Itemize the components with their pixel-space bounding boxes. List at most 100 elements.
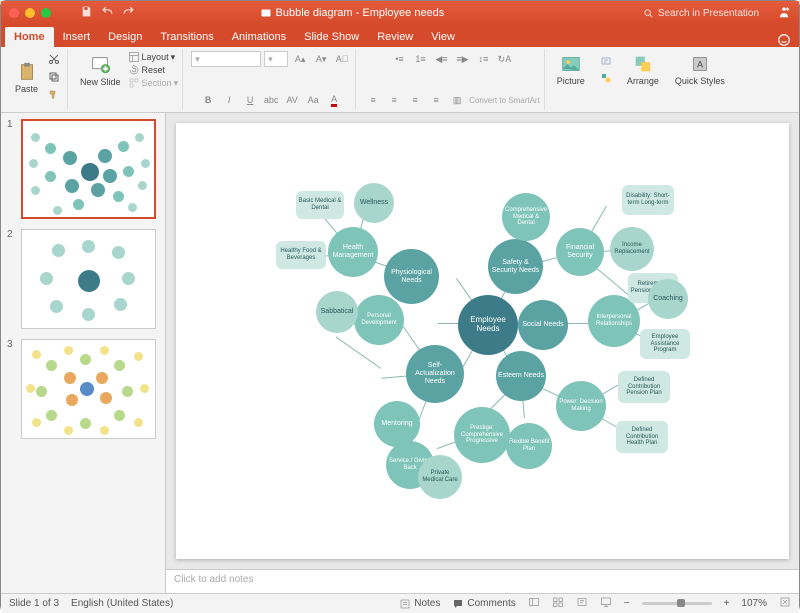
leaf: Wellness xyxy=(354,183,394,223)
thumbnail-2[interactable]: 2 xyxy=(7,229,159,329)
node-power: Power: Decision Making xyxy=(556,381,606,431)
tab-transitions[interactable]: Transitions xyxy=(151,27,222,47)
columns-icon[interactable]: ▥ xyxy=(448,92,466,108)
picture-icon xyxy=(560,53,582,75)
tab-slideshow[interactable]: Slide Show xyxy=(295,27,368,47)
tab-insert[interactable]: Insert xyxy=(54,27,100,47)
slide-indicator: Slide 1 of 3 xyxy=(9,598,59,609)
italic-button[interactable]: I xyxy=(220,92,238,108)
picture-button[interactable]: Picture xyxy=(553,51,589,88)
line-spacing-icon[interactable]: ↕≡ xyxy=(474,51,492,67)
close-window[interactable] xyxy=(9,8,19,18)
notes-pane[interactable]: Click to add notes xyxy=(166,569,799,593)
sorter-view-icon[interactable] xyxy=(552,596,564,611)
zoom-level[interactable]: 107% xyxy=(741,598,767,609)
bullets-icon[interactable]: •≡ xyxy=(390,51,408,67)
center-node: Employee Needs xyxy=(458,295,518,355)
zoom-slider[interactable] xyxy=(642,602,712,605)
arrange-button[interactable]: Arrange xyxy=(623,51,663,88)
node-comp-med: Comprehensive Medical & Dental xyxy=(502,193,550,241)
node-self-actualization: Self-Actualization Needs xyxy=(406,345,464,403)
share-icon[interactable] xyxy=(777,5,791,22)
feedback-icon[interactable] xyxy=(777,33,791,47)
copy-icon[interactable] xyxy=(45,69,63,85)
save-icon[interactable] xyxy=(80,5,93,21)
zoom-window[interactable] xyxy=(41,8,51,18)
search-icon xyxy=(643,8,654,19)
tab-home[interactable]: Home xyxy=(5,27,54,47)
quick-styles-icon: A xyxy=(689,53,711,75)
char-spacing-button[interactable]: Aa xyxy=(304,92,322,108)
indent-inc-icon[interactable]: ≡▶ xyxy=(453,51,471,67)
zoom-out-button[interactable]: − xyxy=(624,598,630,609)
node-prestige: Prestige: Comprehensive Progressive xyxy=(454,407,510,463)
slide-thumbnails: 1 xyxy=(1,113,166,593)
tab-animations[interactable]: Animations xyxy=(223,27,295,47)
numbering-icon[interactable]: 1≡ xyxy=(411,51,429,67)
notes-icon xyxy=(399,598,411,610)
font-color-button[interactable]: A xyxy=(325,92,343,108)
leaf: Coaching xyxy=(648,279,688,319)
section-button[interactable]: Section ▾ xyxy=(128,77,179,89)
layout-button[interactable]: Layout ▾ xyxy=(128,51,179,63)
indent-dec-icon[interactable]: ◀≡ xyxy=(432,51,450,67)
reset-button[interactable]: Reset xyxy=(128,64,179,76)
zoom-in-button[interactable]: + xyxy=(724,598,730,609)
undo-icon[interactable] xyxy=(101,5,114,21)
format-painter-icon[interactable] xyxy=(45,87,63,103)
normal-view-icon[interactable] xyxy=(528,596,540,611)
shrink-font-icon[interactable]: A▾ xyxy=(312,51,330,67)
strike-button[interactable]: abc xyxy=(262,92,280,108)
bold-button[interactable]: B xyxy=(199,92,217,108)
text-box-icon[interactable] xyxy=(597,53,615,69)
leaf: Basic Medical & Dental xyxy=(296,191,344,219)
paste-button[interactable]: Paste xyxy=(11,59,42,96)
leaf: Sabbatical xyxy=(316,291,358,333)
insert-group: Picture Arrange AQuick Styles xyxy=(549,49,733,110)
language-indicator[interactable]: English (United States) xyxy=(71,598,173,609)
leaf: Defined Contribution Health Plan xyxy=(616,421,668,453)
node-mentoring: Mentoring xyxy=(374,401,420,447)
align-center-icon[interactable]: ≡ xyxy=(385,92,403,108)
slideshow-view-icon[interactable] xyxy=(600,596,612,611)
leaf: Private Medical Care xyxy=(418,455,462,499)
powerpoint-icon xyxy=(260,7,272,19)
quick-styles-button[interactable]: AQuick Styles xyxy=(671,51,729,88)
fit-window-icon[interactable] xyxy=(779,596,791,611)
new-slide-button[interactable]: New Slide xyxy=(76,52,125,89)
tab-review[interactable]: Review xyxy=(368,27,422,47)
node-physiological: Physiological Needs xyxy=(384,249,439,304)
thumbnail-3[interactable]: 3 xyxy=(7,339,159,439)
thumbnail-1[interactable]: 1 xyxy=(7,119,159,219)
minimize-window[interactable] xyxy=(25,8,35,18)
justify-icon[interactable]: ≡ xyxy=(427,92,445,108)
window-controls xyxy=(9,8,51,18)
align-right-icon[interactable]: ≡ xyxy=(406,92,424,108)
content-area: 1 xyxy=(1,113,799,593)
slide-canvas[interactable]: Employee Needs Physiological Needs Safet… xyxy=(176,123,789,559)
svg-text:A: A xyxy=(697,60,704,70)
search-box[interactable]: Search in Presentation xyxy=(643,8,759,19)
tab-design[interactable]: Design xyxy=(99,27,151,47)
shadow-button[interactable]: AV xyxy=(283,92,301,108)
align-left-icon[interactable]: ≡ xyxy=(364,92,382,108)
clear-format-icon[interactable]: A⃠ xyxy=(333,51,351,67)
leaf: Healthy Food & Beverages xyxy=(276,241,326,269)
redo-icon[interactable] xyxy=(122,5,135,21)
tab-view[interactable]: View xyxy=(422,27,464,47)
font-size-select[interactable]: ▾ xyxy=(264,51,288,67)
paragraph-group: •≡ 1≡ ◀≡ ≡▶ ↕≡ ↻A ≡ ≡ ≡ ≡ ▥ Convert to S… xyxy=(360,49,545,110)
leaf: Defined Contribution Pension Plan xyxy=(618,371,670,403)
underline-button[interactable]: U xyxy=(241,92,259,108)
node-esteem: Esteem Needs xyxy=(496,351,546,401)
shapes-icon[interactable] xyxy=(597,70,615,86)
grow-font-icon[interactable]: A▴ xyxy=(291,51,309,67)
notes-toggle[interactable]: Notes xyxy=(399,598,440,610)
node-health-mgmt: Health Management xyxy=(328,227,378,277)
comments-toggle[interactable]: Comments xyxy=(452,598,515,610)
font-family-select[interactable]: ▾ xyxy=(191,51,261,67)
reading-view-icon[interactable] xyxy=(576,596,588,611)
cut-icon[interactable] xyxy=(45,51,63,67)
text-direction-icon[interactable]: ↻A xyxy=(495,51,513,67)
convert-smartart-button[interactable]: Convert to SmartArt xyxy=(469,96,540,105)
